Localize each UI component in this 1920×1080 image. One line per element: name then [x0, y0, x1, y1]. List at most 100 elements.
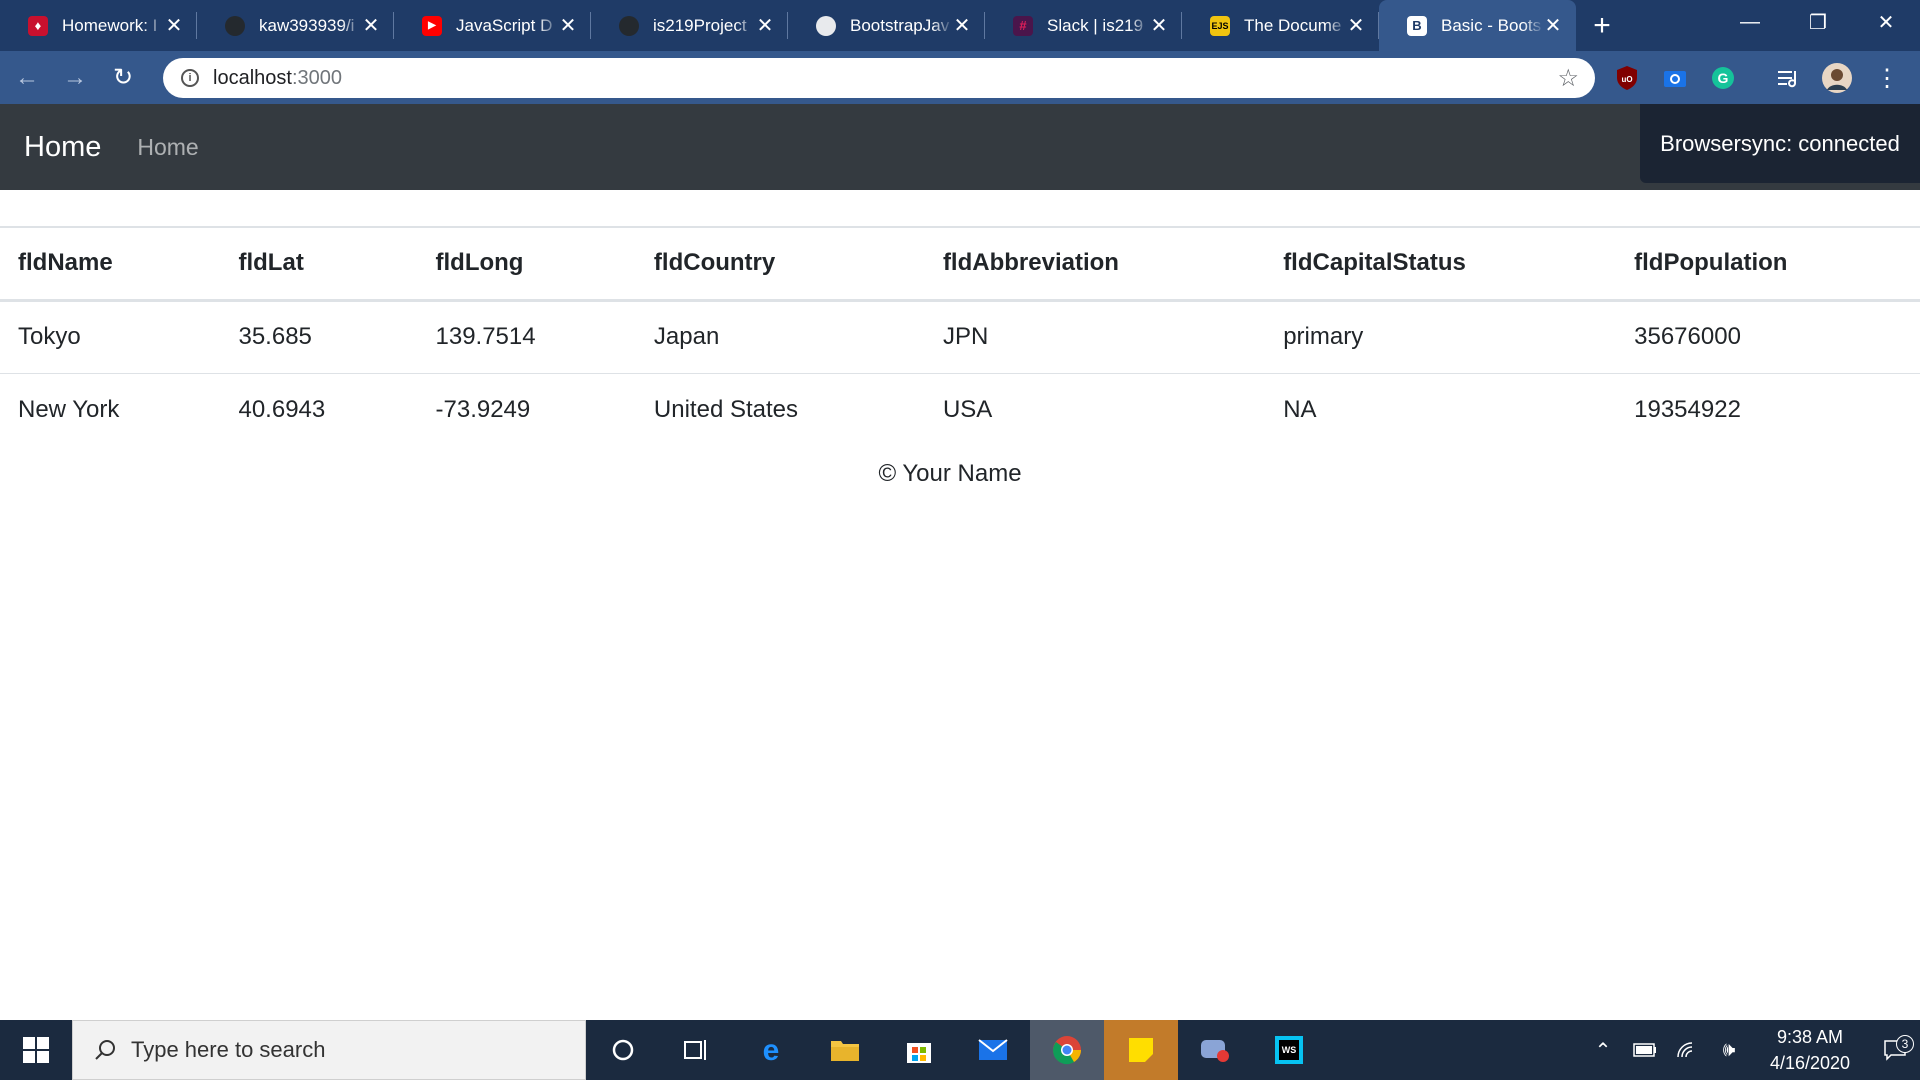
close-tab-icon[interactable]: ✕: [362, 13, 380, 38]
table-cell: 139.7514: [417, 300, 636, 374]
table-cell: primary: [1265, 300, 1617, 374]
main-content: fldName fldLat fldLong fldCountry fldAbbrevi…: [0, 190, 1920, 488]
tab-title: kaw393939/i: [259, 15, 355, 35]
edge-browser-icon[interactable]: e: [734, 1020, 808, 1080]
column-header-fldLong: fldLong: [417, 226, 636, 302]
search-icon: [95, 1040, 115, 1060]
browsersync-notice: Browsersync: connected: [1640, 104, 1920, 183]
site-navbar: Home Home: [0, 104, 1920, 190]
github-icon: [619, 15, 639, 36]
youtube-icon: ▶: [422, 15, 442, 36]
ublock-icon[interactable]: uO: [1610, 61, 1644, 95]
screen-recorder-icon[interactable]: [1178, 1020, 1252, 1080]
browser-toolbar: ← → ↻ i localhost:3000 ☆ uO G ⋮: [0, 51, 1920, 104]
browser-tab[interactable]: is219Project ✕: [591, 0, 788, 51]
github-icon: [225, 15, 245, 36]
profile-avatar[interactable]: [1820, 61, 1854, 95]
browser-tab[interactable]: B Basic - Boots ✕: [1379, 0, 1576, 51]
windows-taskbar: Type here to search e WS ⌃ 🕪 9:38 AM 4/1…: [0, 1020, 1920, 1080]
browser-tabstrip: ♦ Homework: I ✕ kaw393939/i ✕ ▶ JavaScript D ✕ i…: [0, 0, 1920, 51]
close-tab-icon[interactable]: ✕: [1544, 13, 1562, 38]
bookmark-star-icon[interactable]: ☆: [1557, 64, 1579, 93]
browser-tab[interactable]: BootstrapJav ✕: [788, 0, 985, 51]
tab-title: Basic - Boots: [1441, 15, 1542, 35]
table-cell: Tokyo: [0, 300, 221, 374]
table-cell: -73.9249: [435, 395, 531, 423]
navbar-brand[interactable]: Home: [24, 131, 101, 164]
menu-kebab-icon[interactable]: ⋮: [1870, 61, 1904, 95]
svg-text:WS: WS: [1282, 1045, 1297, 1055]
tab-title: is219Project: [653, 15, 747, 35]
table-cell: United States: [653, 395, 799, 423]
wifi-icon[interactable]: [1666, 1041, 1708, 1059]
table-cell: USA: [942, 395, 993, 423]
forward-button[interactable]: →: [54, 57, 96, 99]
column-header-fldLat: fldLat: [220, 226, 418, 302]
table-cell: NA: [1283, 395, 1317, 423]
tab-title: JavaScript D: [456, 15, 553, 35]
column-header-fldPopulation: fldPopulation: [1616, 226, 1920, 302]
mail-icon[interactable]: [956, 1020, 1030, 1080]
browser-tab[interactable]: ♦ Homework: I ✕: [0, 0, 197, 51]
cortana-icon[interactable]: [586, 1020, 660, 1080]
file-explorer-icon[interactable]: [808, 1020, 882, 1080]
bootstrap-icon: B: [1407, 15, 1427, 36]
microsoft-store-icon[interactable]: [882, 1020, 956, 1080]
restore-icon[interactable]: ❐: [1784, 0, 1852, 44]
media-queue-icon[interactable]: [1772, 61, 1806, 95]
windows-start-button[interactable]: [0, 1020, 72, 1080]
action-center-icon[interactable]: 3: [1870, 1035, 1920, 1061]
taskbar-search-box[interactable]: Type here to search: [72, 1020, 586, 1080]
info-icon[interactable]: i: [181, 69, 199, 87]
taskbar-search-placeholder: Type here to search: [131, 1037, 326, 1062]
browser-tab[interactable]: ▶ JavaScript D ✕: [394, 0, 591, 51]
neu-icon: ♦: [28, 15, 48, 36]
sticky-notes-icon[interactable]: [1104, 1020, 1178, 1080]
address-bar[interactable]: i localhost:3000 ☆: [163, 58, 1595, 98]
battery-icon[interactable]: [1624, 1043, 1666, 1057]
chevron-up-icon[interactable]: ⌃: [1582, 1038, 1624, 1063]
table-body: Tokyo 35.685 139.7514 Japan JPN primary 356760…: [0, 300, 1920, 446]
tab-title: Homework: I: [62, 15, 158, 35]
close-tab-icon[interactable]: ✕: [1347, 13, 1365, 38]
close-tab-icon[interactable]: ✕: [756, 13, 774, 38]
windows-logo-icon: [23, 1037, 49, 1063]
chrome-icon[interactable]: [1030, 1020, 1104, 1080]
screenshot-extension-icon[interactable]: [1658, 61, 1692, 95]
task-view-icon[interactable]: [660, 1020, 734, 1080]
new-tab-button[interactable]: +: [1576, 0, 1628, 51]
browser-tab[interactable]: EJS The Docume ✕: [1182, 0, 1379, 51]
table-row: New York 40.6943 -73.9249 United States USA N…: [0, 373, 1920, 446]
minimize-icon[interactable]: —: [1716, 0, 1784, 44]
table-cell: 35.685: [220, 300, 418, 374]
nav-link-home[interactable]: Home: [137, 134, 198, 161]
table-header-row: fldName fldLat fldLong fldCountry fldAbbrevi…: [0, 226, 1920, 302]
slack-icon: #: [1013, 15, 1033, 36]
table-cell: Japan: [635, 300, 925, 374]
svg-text:uO: uO: [1621, 75, 1632, 84]
tab-list: ♦ Homework: I ✕ kaw393939/i ✕ ▶ JavaScript D ✕ i…: [0, 0, 1576, 51]
clock-time: 9:38 AM: [1776, 1027, 1844, 1047]
table-cell: 40.6943: [238, 395, 326, 423]
close-tab-icon[interactable]: ✕: [165, 13, 183, 38]
column-header-fldCapitalStatus: fldCapitalStatus: [1265, 226, 1617, 302]
grammarly-icon[interactable]: G: [1706, 61, 1740, 95]
volume-icon[interactable]: 🕪: [1708, 1039, 1750, 1062]
close-tab-icon[interactable]: ✕: [1150, 13, 1168, 38]
column-header-fldName: fldName: [0, 226, 221, 302]
svg-text:e: e: [763, 1035, 780, 1065]
taskbar-clock[interactable]: 9:38 AM 4/16/2020: [1750, 1024, 1870, 1076]
close-window-icon[interactable]: ✕: [1852, 0, 1920, 44]
close-tab-icon[interactable]: ✕: [559, 13, 577, 38]
close-tab-icon[interactable]: ✕: [953, 13, 971, 38]
tab-title: The Docume: [1244, 15, 1342, 35]
back-button[interactable]: ←: [6, 57, 48, 99]
table-cell: 35676000: [1616, 300, 1920, 374]
browser-tab[interactable]: kaw393939/i ✕: [197, 0, 394, 51]
globe-icon: [816, 15, 836, 36]
tab-title: BootstrapJav: [850, 15, 950, 35]
webstorm-icon[interactable]: WS: [1252, 1020, 1326, 1080]
reload-button[interactable]: ↻: [102, 57, 144, 99]
browser-tab[interactable]: # Slack | is219 ✕: [985, 0, 1182, 51]
ejs-icon: EJS: [1210, 15, 1230, 36]
